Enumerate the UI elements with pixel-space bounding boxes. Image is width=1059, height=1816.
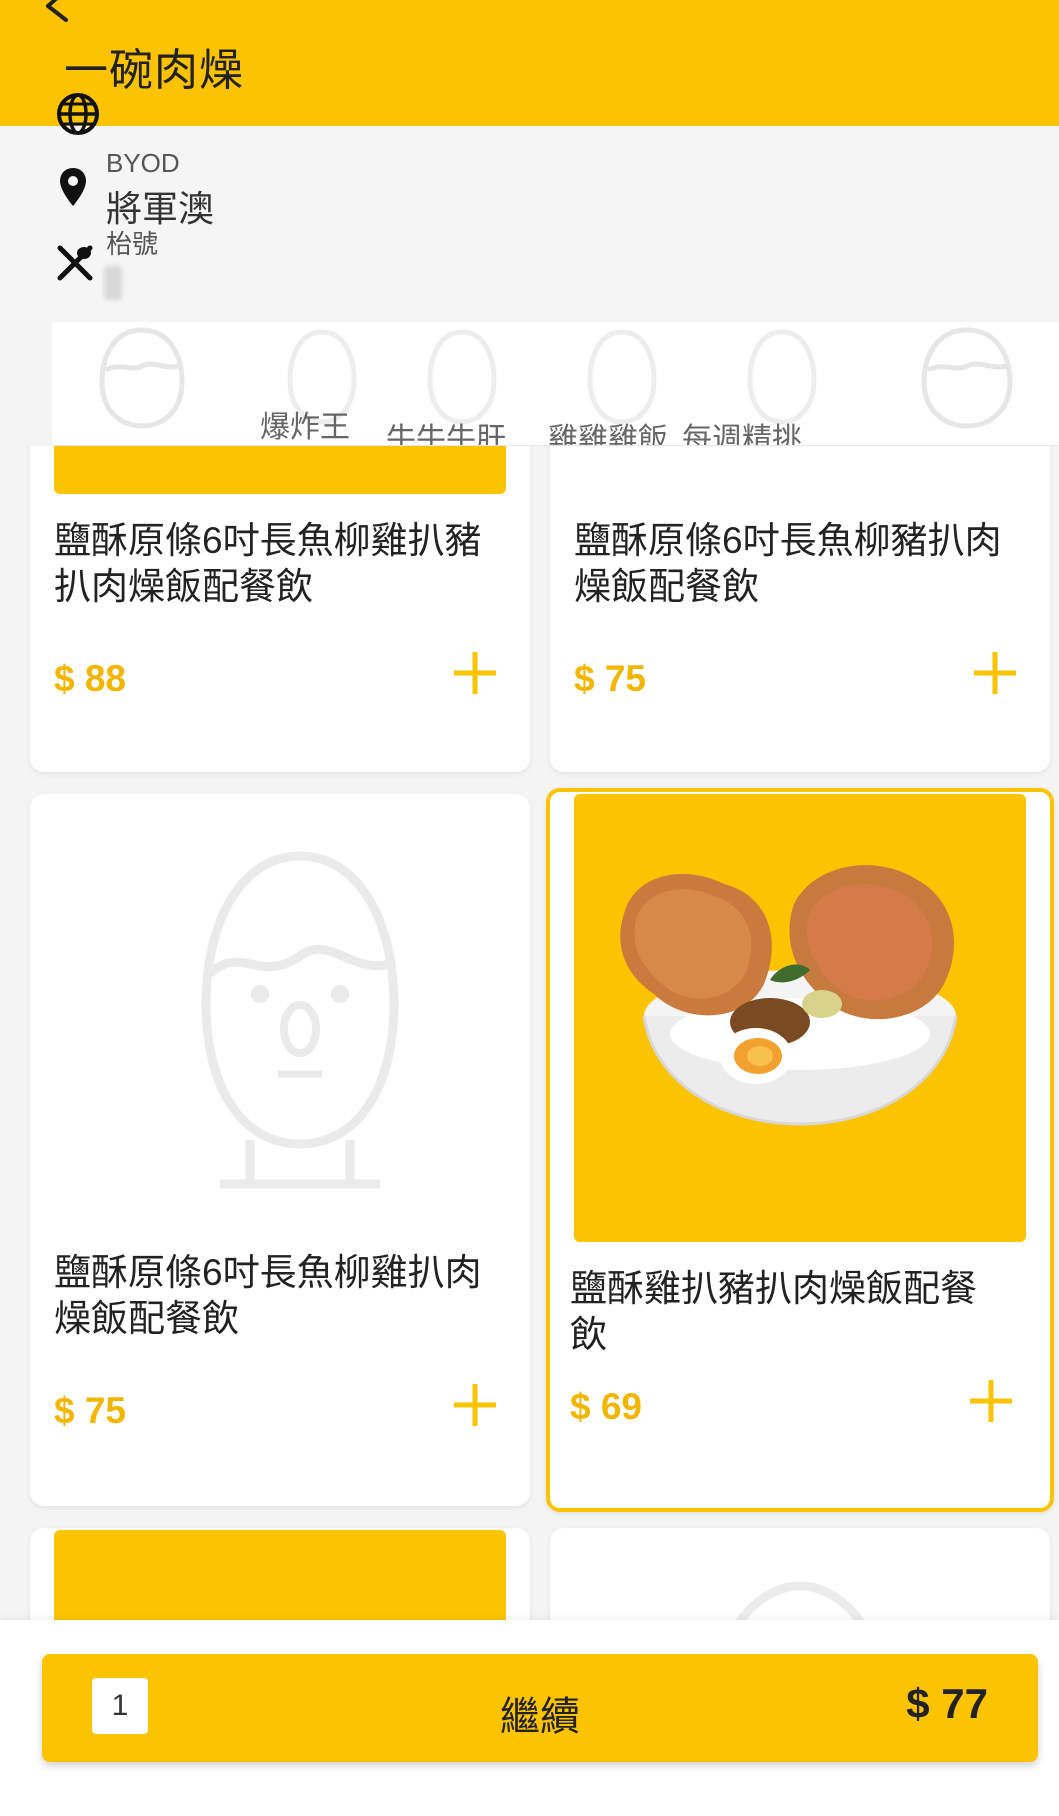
product-image	[574, 794, 1026, 1242]
top-bar: 一碗肉燥	[0, 0, 1059, 126]
table-number-label: 枱號	[106, 229, 159, 259]
product-card[interactable]	[550, 1528, 1050, 1620]
product-card-selected[interactable]: 鹽酥雞扒豬扒肉燥飯配餐飲 $ 69	[546, 788, 1054, 1512]
product-card[interactable]: 鹽酥原條6吋長魚柳雞扒肉燥飯配餐飲 $ 75	[30, 794, 530, 1506]
tab-category-1[interactable]: 牛牛牛肝	[386, 414, 506, 445]
product-price: $ 69	[570, 1386, 643, 1427]
tab-category-3[interactable]: 每週精挑	[682, 414, 802, 445]
product-card[interactable]: 鹽酥原條6吋長魚柳雞扒豬扒肉燥飯配餐飲 $ 88	[30, 446, 530, 772]
back-arrow-icon[interactable]	[38, 0, 74, 22]
placeholder-face-icon	[735, 1581, 865, 1620]
menu-page: 一碗肉燥 BYOD 將軍澳 枱號 爆炸王 牛牛牛肝 雞雞雞飯 每週精挑 鹽酥原條…	[0, 0, 1059, 1816]
continue-button[interactable]: 1 繼續 $ 77	[42, 1654, 1038, 1762]
product-name: 鹽酥原條6吋長魚柳雞扒豬扒肉燥飯配餐飲	[54, 520, 482, 607]
product-name: 鹽酥雞扒豬扒肉燥飯配餐飲	[570, 1268, 977, 1355]
ordering-mode: BYOD	[106, 148, 180, 178]
continue-label: 繼續	[500, 1695, 580, 1739]
add-to-cart-button[interactable]	[970, 648, 1020, 698]
tab-category-2[interactable]: 雞雞雞飯	[548, 414, 668, 445]
cart-bar: 1 繼續 $ 77	[0, 1620, 1059, 1816]
store-name: 一碗肉燥	[64, 46, 244, 95]
category-tabs: 爆炸王 牛牛牛肝 雞雞雞飯 每週精挑	[52, 411, 1059, 445]
product-grid: 鹽酥原條6吋長魚柳雞扒豬扒肉燥飯配餐飲 $ 88 鹽酥原條6吋長魚柳豬扒肉燥飯配…	[0, 446, 1059, 1620]
add-to-cart-button[interactable]	[450, 648, 500, 698]
placeholder-face-icon	[201, 851, 399, 1189]
add-to-cart-button[interactable]	[450, 1380, 500, 1430]
product-name: 鹽酥原條6吋長魚柳雞扒肉燥飯配餐飲	[54, 1252, 482, 1339]
product-price: $ 75	[574, 658, 647, 699]
product-image	[54, 446, 506, 494]
add-to-cart-button[interactable]	[966, 1376, 1016, 1426]
table-number-value	[104, 266, 122, 300]
product-image	[54, 1530, 506, 1620]
map-pin-icon	[58, 166, 88, 213]
category-strip: 爆炸王 牛牛牛肝 雞雞雞飯 每週精挑	[52, 322, 1059, 446]
product-price: $ 88	[54, 658, 127, 699]
utensils-icon	[56, 244, 94, 287]
product-card[interactable]: 鹽酥原條6吋長魚柳豬扒肉燥飯配餐飲 $ 75	[550, 446, 1050, 772]
rice-bowl-photo	[620, 865, 958, 1126]
globe-icon[interactable]	[56, 92, 100, 136]
cart-total: $ 77	[906, 1680, 988, 1727]
product-card[interactable]	[30, 1528, 530, 1620]
tab-category-0[interactable]: 爆炸王	[260, 402, 350, 445]
product-name: 鹽酥原條6吋長魚柳豬扒肉燥飯配餐飲	[574, 520, 1002, 607]
product-price: $ 75	[54, 1390, 127, 1431]
